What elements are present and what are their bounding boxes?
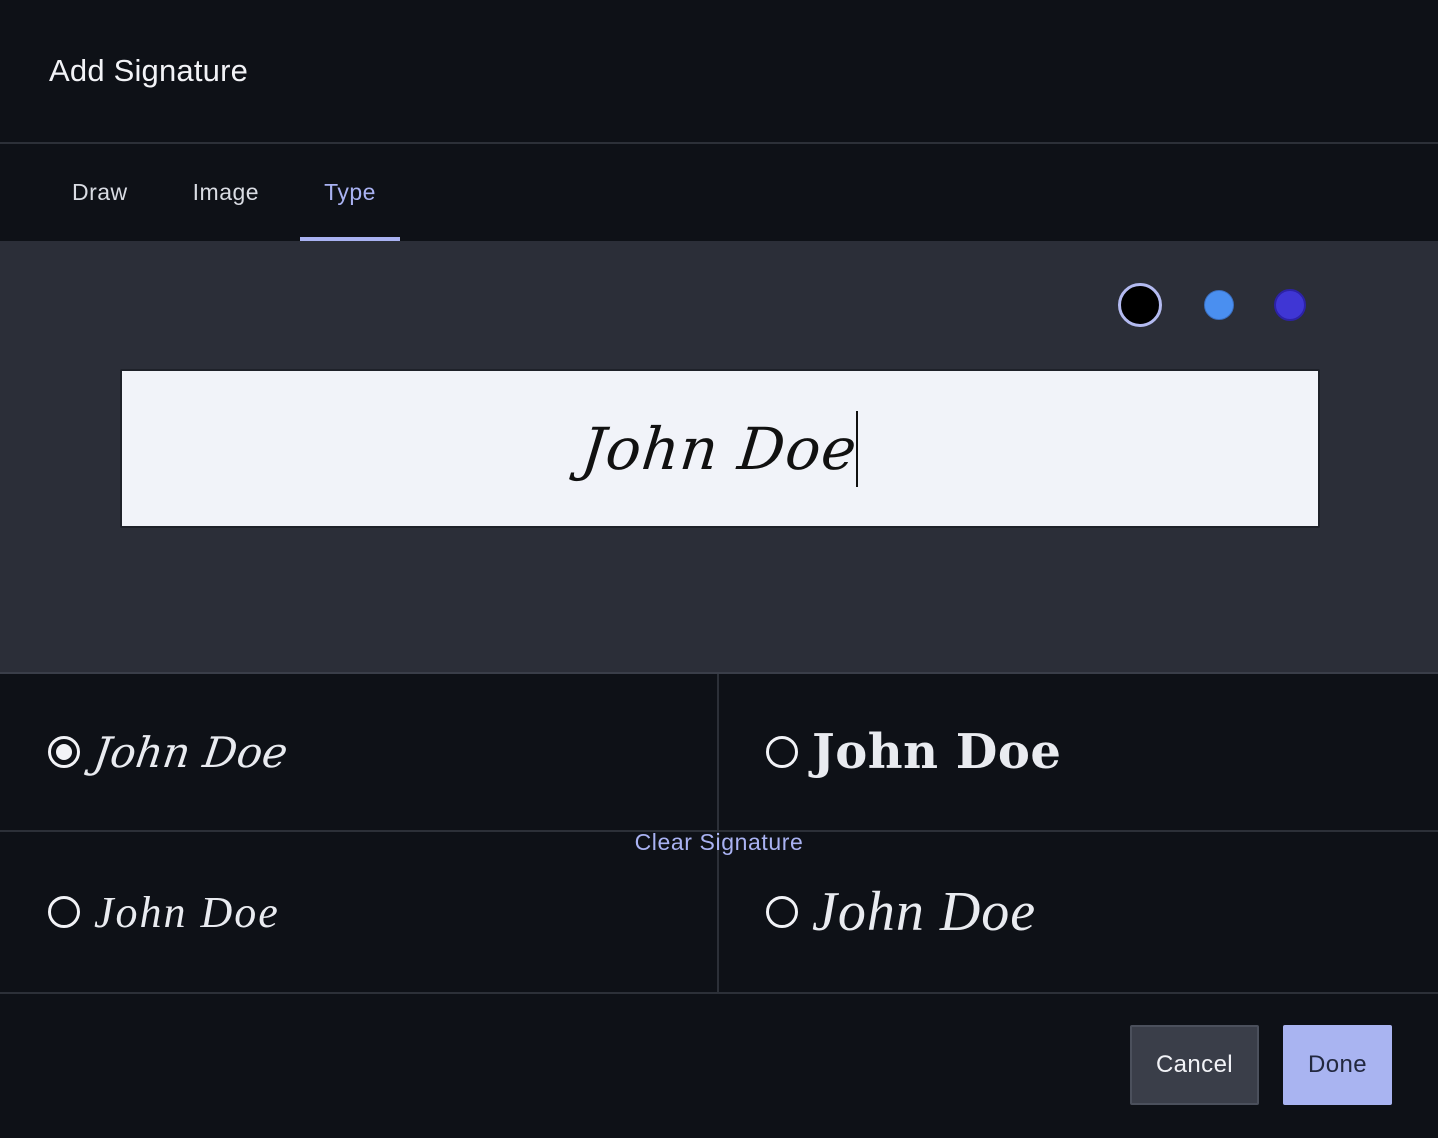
tab-type[interactable]: Type	[300, 144, 400, 241]
style-preview: John Doe	[812, 881, 1037, 943]
tab-image[interactable]: Image	[169, 144, 283, 241]
color-swatch-blue[interactable]	[1204, 290, 1234, 320]
style-preview: John Doe	[94, 887, 280, 937]
color-swatch-black[interactable]	[1118, 283, 1162, 327]
dialog-header: Add Signature	[0, 0, 1438, 144]
color-swatch-indigo[interactable]	[1274, 289, 1306, 321]
style-preview: John Doe	[90, 727, 291, 777]
style-option-1[interactable]: John Doe	[0, 674, 719, 832]
style-option-4[interactable]: John Doe	[719, 832, 1438, 992]
clear-signature-button[interactable]: Clear Signature	[635, 829, 804, 855]
dialog-footer: Cancel Done	[0, 994, 1438, 1138]
signature-tabs: Draw Image Type	[0, 144, 1438, 241]
style-option-3[interactable]: John Doe	[0, 832, 719, 992]
clear-signature-container: Clear Signature	[0, 829, 1438, 856]
color-swatches	[1118, 283, 1306, 327]
signature-editor: John Doe Clear Signature	[0, 241, 1438, 855]
add-signature-dialog: Add Signature Draw Image Type John Doe C…	[0, 0, 1438, 1138]
cancel-button[interactable]: Cancel	[1130, 1025, 1259, 1105]
radio-checked-icon[interactable]	[48, 736, 80, 768]
radio-unchecked-icon[interactable]	[766, 736, 798, 768]
done-button[interactable]: Done	[1283, 1025, 1392, 1105]
tab-draw[interactable]: Draw	[48, 144, 152, 241]
dialog-title: Add Signature	[49, 53, 249, 88]
style-preview: John Doe	[812, 724, 1062, 780]
style-option-2[interactable]: John Doe	[719, 674, 1438, 832]
signature-input-value: John Doe	[578, 414, 862, 483]
signature-text-input[interactable]: John Doe	[120, 369, 1320, 528]
radio-unchecked-icon[interactable]	[48, 896, 80, 928]
radio-unchecked-icon[interactable]	[766, 896, 798, 928]
